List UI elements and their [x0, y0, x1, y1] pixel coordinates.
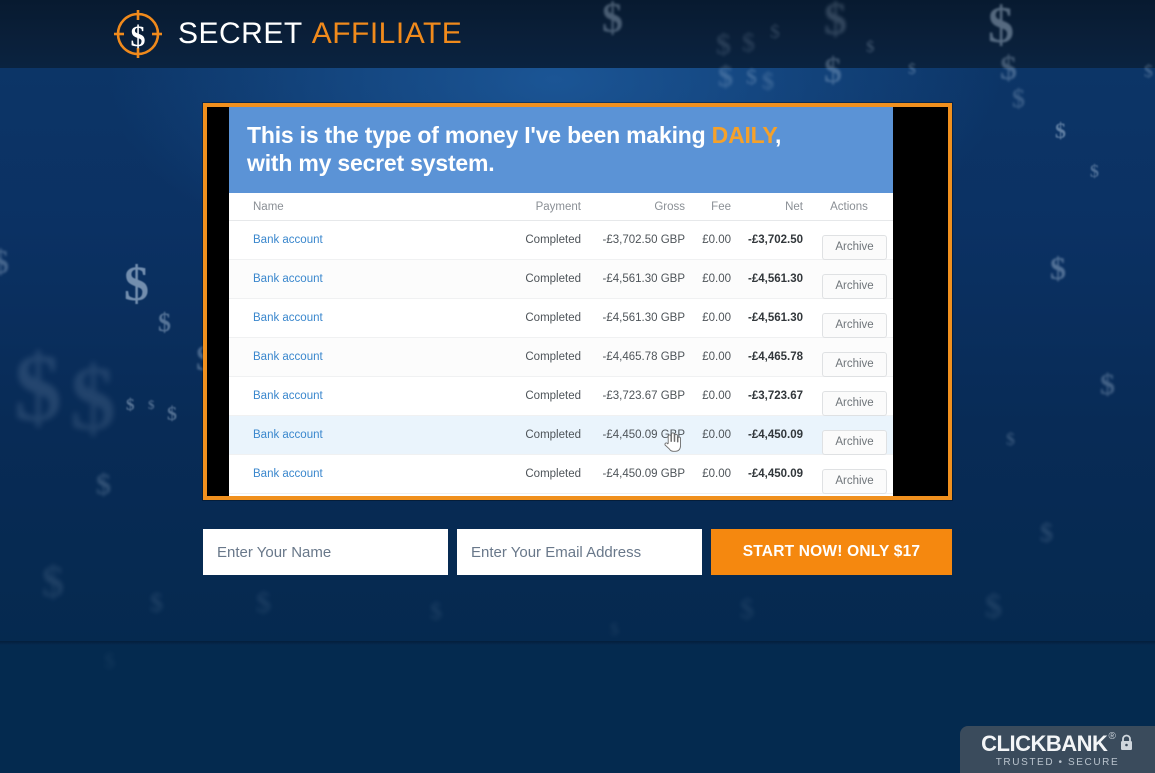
table-row[interactable]: Bank account Completed -£4,450.09 GBP £0…: [229, 454, 893, 494]
table-header-row: Name Payment Gross Fee Net Actions: [229, 193, 893, 221]
table-row[interactable]: Bank account Completed -£3,723.67 GBP £0…: [229, 376, 893, 416]
table-row[interactable]: Bank account Completed -£3,702.50 GBP £0…: [229, 220, 893, 260]
cell-net: -£4,450.09: [737, 415, 809, 455]
cell-name[interactable]: Bank account: [229, 376, 509, 416]
svg-text:$: $: [131, 20, 146, 53]
name-input[interactable]: [203, 529, 448, 575]
cell-fee: £0.00: [691, 415, 737, 455]
cell-fee: £0.00: [691, 220, 737, 260]
cell-name[interactable]: Bank account: [229, 454, 509, 494]
brand-name-secondary: AFFILIATE: [311, 17, 463, 50]
email-input[interactable]: [457, 529, 702, 575]
sales-video-frame[interactable]: This is the type of money I've been maki…: [203, 103, 952, 500]
brand-name-primary: SECRET: [178, 17, 303, 50]
registered-trademark-symbol: ®: [1108, 731, 1116, 742]
cell-actions: Archive: [809, 259, 893, 299]
archive-button[interactable]: Archive: [822, 468, 887, 494]
column-header-name[interactable]: Name: [229, 193, 509, 221]
cell-payment: Completed: [509, 220, 587, 260]
lock-icon: [1119, 734, 1134, 755]
table-header: Name Payment Gross Fee Net Actions: [229, 193, 893, 221]
cell-net: -£3,702.50: [737, 220, 809, 260]
brand-logo[interactable]: $ SECRET AFFILIATE: [112, 8, 462, 60]
table-row[interactable]: Bank account Completed -£4,561.30 GBP £0…: [229, 259, 893, 299]
clickbank-tagline: TRUSTED • SECURE: [995, 757, 1120, 768]
cell-fee: £0.00: [691, 259, 737, 299]
table-row[interactable]: Bank account Completed -£4,450.09 GBP £0…: [229, 415, 893, 455]
headline-part-1: This is the type of money I've been maki…: [247, 122, 712, 148]
archive-button[interactable]: Archive: [822, 390, 887, 416]
archive-button[interactable]: Archive: [822, 234, 887, 260]
cell-gross: -£4,450.09 GBP: [587, 454, 691, 494]
cell-fee: £0.00: [691, 298, 737, 338]
cell-net: -£4,465.78: [737, 337, 809, 377]
headline-line-2: with my secret system.: [247, 150, 495, 177]
table-row[interactable]: Bank account Completed -£4,465.78 GBP £0…: [229, 337, 893, 377]
site-header: $ SECRET AFFILIATE: [0, 0, 1155, 68]
cell-fee: £0.00: [691, 337, 737, 377]
archive-button[interactable]: Archive: [822, 312, 887, 338]
cell-payment: Completed: [509, 298, 587, 338]
payouts-table: Name Payment Gross Fee Net Actions Bank …: [229, 193, 893, 494]
cell-gross: -£3,723.67 GBP: [587, 376, 691, 416]
cell-gross: -£3,702.50 GBP: [587, 220, 691, 260]
cell-net: -£4,561.30: [737, 259, 809, 299]
column-header-payment[interactable]: Payment: [509, 193, 587, 221]
column-header-gross[interactable]: Gross: [587, 193, 691, 221]
cell-actions: Archive: [809, 454, 893, 494]
cell-fee: £0.00: [691, 454, 737, 494]
hero-headline: This is the type of money I've been maki…: [229, 107, 893, 193]
cell-net: -£4,450.09: [737, 454, 809, 494]
optin-form: START NOW! ONLY $17: [203, 529, 952, 575]
cell-payment: Completed: [509, 259, 587, 299]
archive-button[interactable]: Archive: [822, 351, 887, 377]
payout-screenshot: This is the type of money I've been maki…: [229, 107, 893, 496]
column-header-fee[interactable]: Fee: [691, 193, 737, 221]
start-now-cta-button[interactable]: START NOW! ONLY $17: [711, 529, 952, 575]
table-body: Bank account Completed -£3,702.50 GBP £0…: [229, 220, 893, 494]
cell-name[interactable]: Bank account: [229, 259, 509, 299]
cell-actions: Archive: [809, 220, 893, 260]
cell-actions: Archive: [809, 415, 893, 455]
cell-net: -£3,723.67: [737, 376, 809, 416]
cell-actions: Archive: [809, 298, 893, 338]
dollar-target-icon: $: [112, 8, 164, 60]
clickbank-trust-badge[interactable]: CLICKBANK ® TRUSTED • SECURE: [960, 726, 1155, 773]
cell-gross: -£4,561.30 GBP: [587, 298, 691, 338]
cell-name[interactable]: Bank account: [229, 337, 509, 377]
clickbank-wordmark-bold: CLICKBANK: [981, 731, 1108, 756]
cell-payment: Completed: [509, 376, 587, 416]
headline-part-2: ,: [775, 122, 782, 148]
table-row[interactable]: Bank account Completed -£4,561.30 GBP £0…: [229, 298, 893, 338]
column-header-net[interactable]: Net: [737, 193, 809, 221]
cell-name[interactable]: Bank account: [229, 220, 509, 260]
cell-name[interactable]: Bank account: [229, 415, 509, 455]
headline-highlight: DAILY: [711, 122, 776, 148]
cell-gross: -£4,450.09 GBP: [587, 415, 691, 455]
cell-actions: Archive: [809, 376, 893, 416]
cell-net: -£4,561.30: [737, 298, 809, 338]
footer-seam: [0, 641, 1155, 645]
cell-payment: Completed: [509, 415, 587, 455]
cell-actions: Archive: [809, 337, 893, 377]
cell-gross: -£4,561.30 GBP: [587, 259, 691, 299]
column-header-actions: Actions: [809, 193, 893, 221]
cell-name[interactable]: Bank account: [229, 298, 509, 338]
cell-payment: Completed: [509, 337, 587, 377]
archive-button[interactable]: Archive: [822, 429, 887, 455]
archive-button[interactable]: Archive: [822, 273, 887, 299]
cell-gross: -£4,465.78 GBP: [587, 337, 691, 377]
cell-payment: Completed: [509, 454, 587, 494]
cell-fee: £0.00: [691, 376, 737, 416]
